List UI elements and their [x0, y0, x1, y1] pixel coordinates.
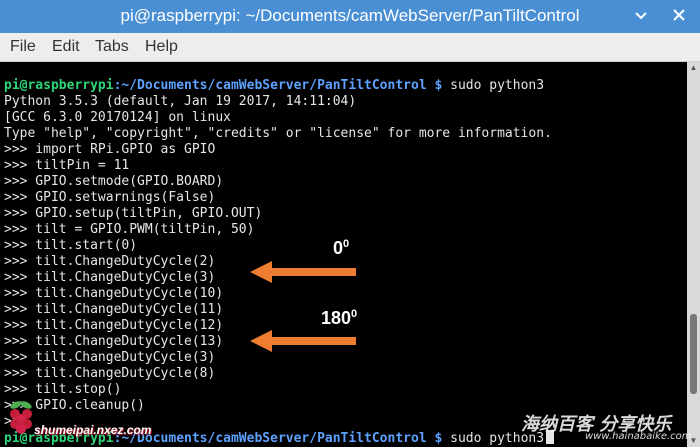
terminal-line: >>> tilt.stop(): [4, 382, 122, 397]
watermark-left-text: shumeipai.nxez.com: [34, 423, 152, 437]
menu-tabs[interactable]: Tabs: [95, 38, 129, 56]
command-text: sudo python3: [442, 78, 545, 93]
angle-label-zero: 00: [333, 238, 349, 259]
terminal-line: >>> tilt = GPIO.PWM(tiltPin, 50): [4, 222, 255, 237]
terminal-line: >>> tilt.ChangeDutyCycle(8): [4, 366, 216, 381]
terminal-scrollbar[interactable]: ▲ ▼: [687, 62, 700, 447]
angle-value-zero: 0: [333, 238, 344, 258]
menu-help[interactable]: Help: [145, 38, 178, 56]
chevron-down-icon: [635, 12, 647, 20]
terminal-line: >>> tilt.ChangeDutyCycle(3): [4, 270, 216, 285]
menu-bar: File Edit Tabs Help: [0, 33, 700, 62]
degree-unit-180: 0: [351, 308, 358, 320]
terminal-line: >>> tilt.ChangeDutyCycle(3): [4, 350, 216, 365]
menu-edit[interactable]: Edit: [52, 38, 80, 56]
close-button[interactable]: [671, 7, 687, 23]
terminal-prompt-line: pi@raspberrypi:~/Documents/camWebServer/…: [4, 78, 544, 94]
terminal-line: [GCC 6.3.0 20170124] on linux: [4, 110, 231, 125]
watermark-right-en: www.hainabaike.com: [585, 431, 692, 442]
scroll-up-arrow-icon[interactable]: ▲: [687, 62, 700, 74]
minimize-button[interactable]: [633, 7, 649, 23]
prompt-user: pi@raspberrypi: [4, 78, 114, 93]
raspberry-icon: [10, 401, 32, 434]
close-icon: [673, 9, 685, 21]
scrollbar-thumb[interactable]: [690, 314, 697, 394]
terminal-line: >>> GPIO.setup(tiltPin, GPIO.OUT): [4, 206, 263, 221]
terminal-line: >>> tiltPin = 11: [4, 158, 130, 173]
terminal-line: >>> GPIO.setmode(GPIO.BOARD): [4, 174, 224, 189]
terminal-line: >>> tilt.ChangeDutyCycle(10): [4, 286, 224, 301]
prompt-path: :~/Documents/camWebServer/PanTiltControl…: [113, 431, 443, 446]
title-bar: pi@raspberrypi: ~/Documents/camWebServer…: [0, 0, 700, 33]
terminal-line: >>> tilt.ChangeDutyCycle(12): [4, 318, 224, 333]
menu-file[interactable]: File: [10, 38, 36, 56]
terminal-line: Python 3.5.3 (default, Jan 19 2017, 14:1…: [4, 94, 357, 109]
terminal-line: >>> GPIO.setwarnings(False): [4, 190, 216, 205]
terminal-line: >>> tilt.ChangeDutyCycle(13): [4, 334, 224, 349]
terminal-line: >>> tilt.ChangeDutyCycle(11): [4, 302, 224, 317]
angle-label-180: 1800: [321, 308, 357, 329]
angle-value-180: 180: [321, 308, 352, 328]
arrow-left-icon: [250, 261, 356, 283]
terminal-line: >>> tilt.ChangeDutyCycle(2): [4, 254, 216, 269]
terminal-line: >>> tilt.start(0): [4, 238, 138, 253]
terminal-line: >>> import RPi.GPIO as GPIO: [4, 142, 216, 157]
prompt-path: :~/Documents/camWebServer/PanTiltControl…: [113, 78, 443, 93]
degree-unit-zero: 0: [343, 238, 350, 250]
window-title: pi@raspberrypi: ~/Documents/camWebServer…: [120, 6, 580, 25]
arrow-left-icon: [250, 330, 356, 352]
terminal-line: Type "help", "copyright", "credits" or "…: [4, 126, 552, 141]
